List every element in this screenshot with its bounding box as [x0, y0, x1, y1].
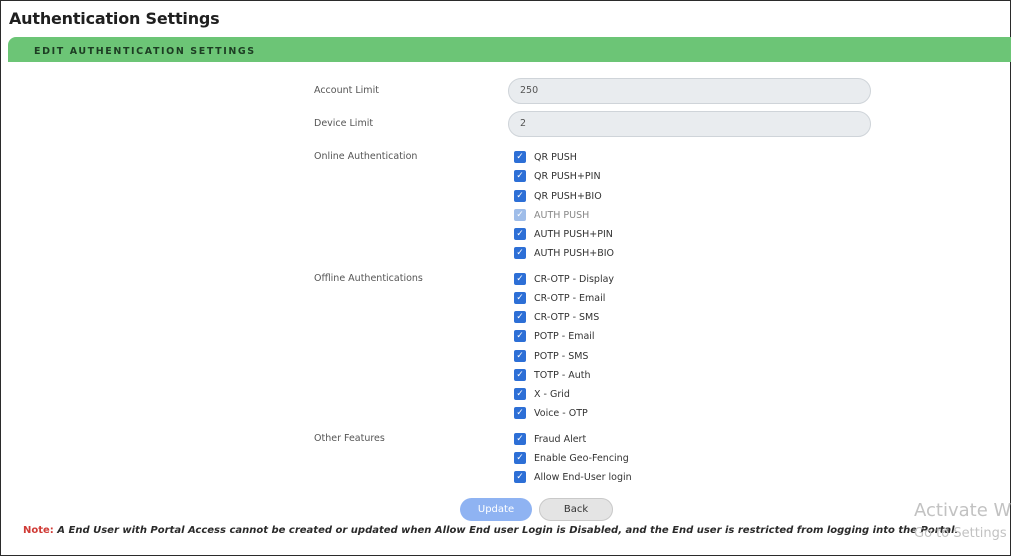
checkbox-checked-icon[interactable]: ✓	[514, 228, 526, 240]
checkbox-checked-icon[interactable]: ✓	[514, 273, 526, 285]
activation-watermark-line2: Go to Settings	[914, 526, 1007, 541]
section-header: EDIT AUTHENTICATION SETTINGS	[8, 37, 1011, 62]
checkbox-qr-push-bio[interactable]: ✓ QR PUSH+BIO	[514, 189, 602, 203]
checkbox-checked-icon[interactable]: ✓	[514, 190, 526, 202]
checkbox-label: CR-OTP - Email	[534, 292, 606, 304]
offline-authentications-label: Offline Authentications	[314, 273, 423, 284]
checkbox-label: Allow End-User login	[534, 471, 632, 483]
checkbox-auth-push-pin[interactable]: ✓ AUTH PUSH+PIN	[514, 227, 613, 241]
back-button[interactable]: Back	[539, 498, 613, 521]
checkbox-checked-icon[interactable]: ✓	[514, 311, 526, 323]
checkbox-label: POTP - SMS	[534, 350, 589, 362]
checkbox-label: TOTP - Auth	[534, 369, 591, 381]
checkbox-voice-otp[interactable]: ✓ Voice - OTP	[514, 406, 588, 420]
checkbox-checked-icon[interactable]: ✓	[514, 369, 526, 381]
account-limit-label: Account Limit	[314, 85, 379, 96]
checkbox-potp-email[interactable]: ✓ POTP - Email	[514, 329, 595, 343]
note-body: A End User with Portal Access cannot be …	[53, 525, 959, 536]
checkbox-label: X - Grid	[534, 388, 570, 400]
checkbox-checked-icon[interactable]: ✓	[514, 452, 526, 464]
checkbox-checked-icon[interactable]: ✓	[514, 292, 526, 304]
checkbox-label: AUTH PUSH	[534, 209, 590, 221]
checkbox-checked-icon[interactable]: ✓	[514, 407, 526, 419]
checkbox-checked-icon[interactable]: ✓	[514, 471, 526, 483]
checkbox-label: QR PUSH	[534, 151, 577, 163]
checkbox-label: POTP - Email	[534, 330, 595, 342]
checkbox-checked-icon[interactable]: ✓	[514, 350, 526, 362]
checkbox-potp-sms[interactable]: ✓ POTP - SMS	[514, 349, 588, 363]
device-limit-input[interactable]: 2	[508, 111, 871, 137]
activation-watermark-line1: Activate W	[914, 500, 1012, 521]
checkbox-label: Enable Geo-Fencing	[534, 452, 629, 464]
checkbox-label: AUTH PUSH+BIO	[534, 247, 615, 259]
checkbox-checked-icon[interactable]: ✓	[514, 433, 526, 445]
checkbox-qr-push-pin[interactable]: ✓ QR PUSH+PIN	[514, 169, 601, 183]
checkbox-fraud-alert[interactable]: ✓ Fraud Alert	[514, 432, 586, 446]
note-tag: Note:	[23, 525, 54, 536]
checkbox-qr-push[interactable]: ✓ QR PUSH	[514, 150, 577, 164]
checkbox-checked-icon: ✓	[514, 209, 526, 221]
page-title: Authentication Settings	[9, 9, 220, 28]
update-button[interactable]: Update	[460, 498, 532, 521]
checkbox-label: CR-OTP - SMS	[534, 311, 600, 323]
note-text: Note: A End User with Portal Access cann…	[23, 525, 958, 536]
checkbox-checked-icon[interactable]: ✓	[514, 388, 526, 400]
checkbox-label: Voice - OTP	[534, 407, 588, 419]
checkbox-x-grid[interactable]: ✓ X - Grid	[514, 387, 570, 401]
other-features-label: Other Features	[314, 433, 385, 444]
checkbox-label: Fraud Alert	[534, 433, 587, 445]
checkbox-auth-push-bio[interactable]: ✓ AUTH PUSH+BIO	[514, 246, 614, 260]
checkbox-label: QR PUSH+PIN	[534, 170, 601, 182]
checkbox-checked-icon[interactable]: ✓	[514, 247, 526, 259]
section-header-label: EDIT AUTHENTICATION SETTINGS	[34, 46, 256, 57]
checkbox-checked-icon[interactable]: ✓	[514, 170, 526, 182]
checkbox-label: QR PUSH+BIO	[534, 190, 602, 202]
checkbox-cr-otp-display[interactable]: ✓ CR-OTP - Display	[514, 272, 614, 286]
checkbox-checked-icon[interactable]: ✓	[514, 151, 526, 163]
checkbox-cr-otp-sms[interactable]: ✓ CR-OTP - SMS	[514, 310, 599, 324]
device-limit-label: Device Limit	[314, 118, 374, 129]
checkbox-auth-push: ✓ AUTH PUSH	[514, 208, 589, 222]
checkbox-allow-end-user-login[interactable]: ✓ Allow End-User login	[514, 470, 632, 484]
checkbox-label: AUTH PUSH+PIN	[534, 228, 613, 240]
online-authentication-label: Online Authentication	[314, 151, 418, 162]
account-limit-input[interactable]: 250	[508, 78, 871, 104]
checkbox-checked-icon[interactable]: ✓	[514, 330, 526, 342]
checkbox-totp-auth[interactable]: ✓ TOTP - Auth	[514, 368, 591, 382]
checkbox-label: CR-OTP - Display	[534, 273, 615, 285]
checkbox-cr-otp-email[interactable]: ✓ CR-OTP - Email	[514, 291, 605, 305]
checkbox-enable-geo-fencing[interactable]: ✓ Enable Geo-Fencing	[514, 451, 629, 465]
